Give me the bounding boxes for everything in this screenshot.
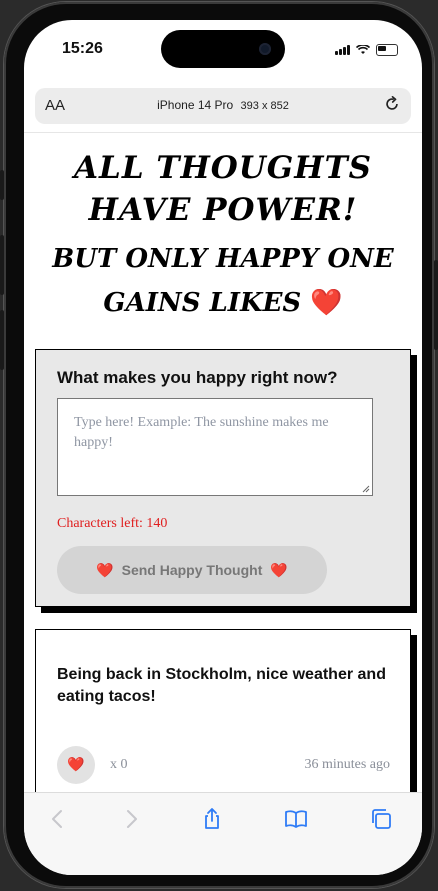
page-title: iPhone 14 Pro 393 x 852 [35,98,411,112]
back-icon[interactable] [46,807,70,831]
device-dims: 393 x 852 [240,100,289,112]
volume-down-button [0,310,4,370]
silent-switch [0,170,4,200]
like-count: x 0 [110,757,128,772]
send-button-label: Send Happy Thought [121,562,263,578]
device-name: iPhone 14 Pro [157,98,234,112]
post-time: 36 minutes ago [304,757,390,772]
headline: All thoughts have power! [73,150,373,228]
web-content: All thoughts have power! But only happy … [24,132,422,793]
like-button[interactable]: ❤️ [57,746,95,784]
heart-icon: ❤️ [310,288,343,318]
camera-icon [259,43,271,55]
heart-icon: ❤️ [270,561,288,578]
characters-left: Characters left: 140 [57,516,168,531]
status-time: 15:26 [62,40,103,57]
thought-text: Being back in Stockholm, nice weather an… [57,666,386,705]
tabs-icon[interactable] [369,807,393,831]
status-bar: 15:26 [24,20,422,82]
thought-form: What makes you happy right now? Type her… [35,349,411,607]
thought-input-placeholder: Type here! Example: The sunshine makes m… [74,415,329,450]
status-icons [335,44,398,56]
subline: But only happy one gains likes ❤️ [34,237,412,325]
phone-frame: 15:26 AA iPhone 14 Pro 393 x 852 ALL THO… [4,2,434,888]
volume-up-button [0,235,4,295]
bookmarks-icon[interactable] [284,807,308,831]
address-bar[interactable]: AA iPhone 14 Pro 393 x 852 [35,88,411,124]
wifi-icon [356,45,370,54]
battery-icon [376,44,398,56]
browser-toolbar [24,792,422,875]
heart-icon: ❤️ [96,561,114,578]
screen: 15:26 AA iPhone 14 Pro 393 x 852 ALL THO… [24,20,422,875]
signal-icon [335,45,350,55]
reload-icon[interactable] [383,95,401,113]
thought-card: Being back in Stockholm, nice weather an… [35,629,411,793]
dynamic-island [161,30,285,68]
resize-handle-icon[interactable] [362,485,370,493]
heart-icon: ❤️ [67,757,85,773]
thought-input[interactable]: Type here! Example: The sunshine makes m… [57,398,373,496]
power-button [434,260,438,350]
forward-icon[interactable] [119,807,143,831]
form-title: What makes you happy right now? [57,368,338,387]
send-happy-thought-button[interactable]: ❤️ Send Happy Thought ❤️ [57,546,327,594]
share-icon[interactable] [200,807,224,831]
